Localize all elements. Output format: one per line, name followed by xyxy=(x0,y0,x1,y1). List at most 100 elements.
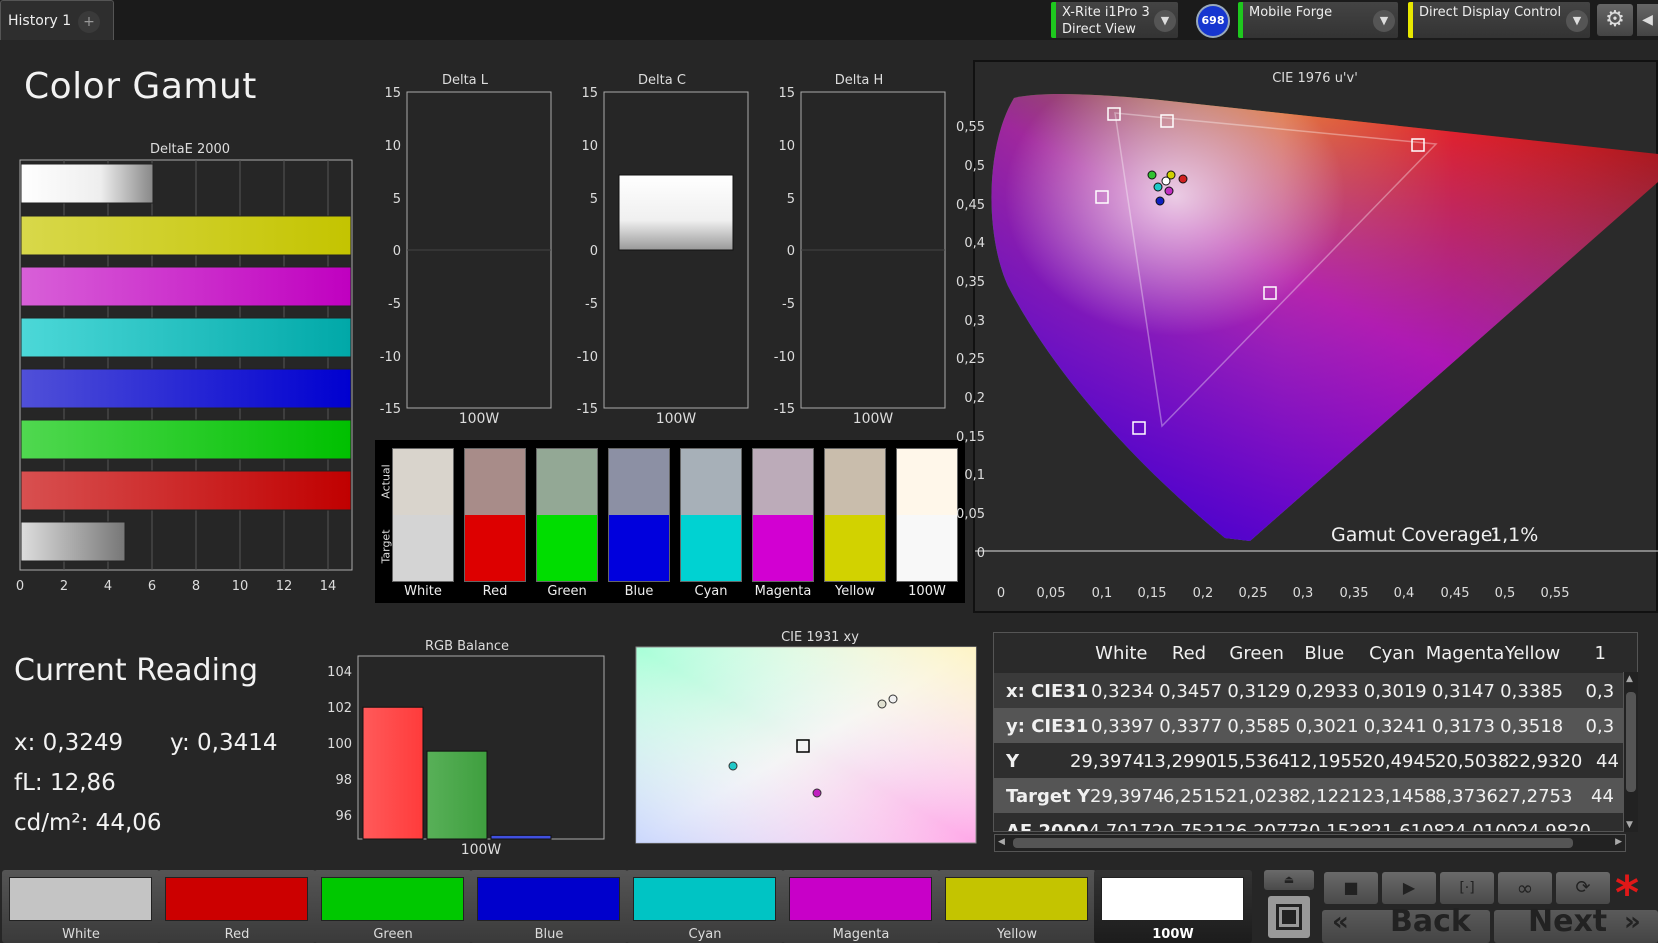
patch-button[interactable]: Cyan xyxy=(626,870,784,943)
patch-color xyxy=(165,877,308,921)
table-cell: 6,2515 xyxy=(1162,785,1226,807)
eject-icon[interactable]: ⏏ xyxy=(1264,870,1314,890)
reading-cdm2: cd/m²: 44,06 xyxy=(14,810,162,836)
uv-ytick: 0,1 xyxy=(964,468,985,483)
stop-record-button[interactable] xyxy=(1268,896,1310,938)
deltae-bar-yellow xyxy=(20,215,352,256)
scroll-up-icon[interactable]: ▲ xyxy=(1626,674,1633,684)
table-cell: 0,3173 xyxy=(1431,715,1495,737)
generator-dropdown[interactable]: Mobile Forge ▼ xyxy=(1238,2,1398,38)
col-header[interactable]: 1 xyxy=(1566,643,1634,664)
patch-button[interactable]: Red xyxy=(158,870,316,943)
table-vertical-scrollbar[interactable]: ▲ ▼ xyxy=(1623,672,1638,832)
uv-xtick: 0 xyxy=(997,586,1005,600)
swatch-label: White xyxy=(404,584,442,599)
table-row[interactable]: ΔE 2000 4,7017 20,7521 26,2077 30,1528 21,610… xyxy=(994,813,1634,831)
deltae-bar-red xyxy=(20,470,352,511)
swatch-column xyxy=(608,448,670,582)
table-row[interactable]: Target Y 29,3974 6,2515 21,0238 2,1221 23,145… xyxy=(994,778,1634,814)
actual-target-swatches: Actual Target White Red Green Blue Cyan Magen… xyxy=(375,440,965,603)
cie-xy-title: CIE 1931 xy xyxy=(781,630,859,645)
uv-xtick: 0,15 xyxy=(1138,586,1167,600)
rgb-xlabel: 100W xyxy=(461,842,502,858)
play-icon[interactable]: ▶ xyxy=(1382,872,1436,904)
col-header[interactable]: Blue xyxy=(1290,643,1358,664)
chevron-down-icon[interactable]: ▼ xyxy=(1154,10,1176,32)
uv-ytick: 0,3 xyxy=(964,314,985,329)
uv-ytick: 0,55 xyxy=(956,120,985,135)
target-swatch xyxy=(681,515,741,581)
tab-history-1[interactable]: History 1 + xyxy=(0,0,114,40)
rgb-bar-green xyxy=(426,750,488,840)
chevron-down-icon[interactable]: ▼ xyxy=(1566,10,1588,32)
table-cell: 0,3457 xyxy=(1159,680,1223,702)
row-label: Y xyxy=(1006,750,1020,772)
delta-h-xlabel: 100W xyxy=(853,411,894,427)
swatch-label: 100W xyxy=(908,584,946,599)
control-dropdown[interactable]: Direct Display Control ▼ xyxy=(1408,2,1590,38)
scroll-thumb[interactable] xyxy=(1013,838,1573,848)
scroll-right-icon[interactable]: ▶ xyxy=(1615,837,1622,847)
table-horizontal-scrollbar[interactable]: ◀ ▶ xyxy=(994,834,1626,852)
col-header[interactable]: Yellow xyxy=(1499,643,1567,664)
col-header[interactable]: Magenta xyxy=(1426,643,1505,664)
col-header[interactable]: Red xyxy=(1155,643,1223,664)
swatch-label: Yellow xyxy=(834,584,876,599)
scroll-left-icon[interactable]: ◀ xyxy=(998,837,1005,847)
actual-swatch xyxy=(897,449,957,515)
meter-badge[interactable]: 698 xyxy=(1196,4,1230,38)
deltae-title: DeltaE 2000 xyxy=(149,142,231,157)
table-row[interactable]: x: CIE31 0,3234 0,3457 0,3129 0,2933 0,3019 0,… xyxy=(994,673,1634,709)
uv-ytick: 0,15 xyxy=(956,430,985,445)
actual-swatch xyxy=(393,449,453,515)
delta-c-tick: -15 xyxy=(577,402,598,417)
delta-l-tick: 5 xyxy=(393,192,401,207)
patch-button[interactable]: Yellow xyxy=(938,870,1096,943)
table-cell: 23,1458 xyxy=(1361,785,1437,807)
generator-name: Mobile Forge xyxy=(1249,5,1333,20)
deltae-chart: 0 2 4 6 8 10 12 14 xyxy=(16,159,353,594)
chevron-down-icon[interactable]: ▼ xyxy=(1373,10,1395,32)
target-swatch xyxy=(897,515,957,581)
col-header[interactable]: White xyxy=(1088,643,1156,664)
meter-dropdown[interactable]: X-Rite i1Pro 3 Direct View ▼ xyxy=(1051,2,1178,38)
patch-button[interactable]: White xyxy=(2,870,160,943)
scroll-thumb[interactable] xyxy=(1626,692,1636,792)
col-header[interactable]: Cyan xyxy=(1358,643,1426,664)
patch-button[interactable]: Magenta xyxy=(782,870,940,943)
uv-ytick: 0,05 xyxy=(956,507,985,522)
delta-c-tick: 0 xyxy=(590,244,598,259)
gear-icon[interactable]: ⚙ xyxy=(1597,4,1633,36)
scroll-down-icon[interactable]: ▼ xyxy=(1626,820,1633,830)
collapse-left-icon[interactable]: ◀ xyxy=(1637,4,1658,36)
refresh-icon[interactable]: ⟳ xyxy=(1556,872,1610,904)
uv-xtick: 0,35 xyxy=(1340,586,1369,600)
next-button[interactable]: Next » xyxy=(1494,904,1658,943)
table-row[interactable]: y: CIE31 0,3397 0,3377 0,3585 0,3021 0,3241 0,… xyxy=(994,708,1634,744)
uv-xtick: 0,25 xyxy=(1239,586,1268,600)
uv-ytick: 0,2 xyxy=(964,391,985,406)
patch-button[interactable]: 100W xyxy=(1094,870,1252,943)
table-row[interactable]: Y 29,3974 13,2990 15,5364 12,1955 20,4945 20,5… xyxy=(994,743,1634,779)
xy-point-white xyxy=(888,694,898,704)
app-window: { "tabs": { "active": "History 1", "add"… xyxy=(0,0,1658,943)
swatch-label: Blue xyxy=(624,584,654,599)
add-tab-button[interactable]: + xyxy=(78,11,100,33)
delta-h-tick: 5 xyxy=(787,192,795,207)
uv-ytick: 0,45 xyxy=(956,198,985,213)
xy-point-magenta xyxy=(812,788,822,798)
stop-icon[interactable]: ■ xyxy=(1324,872,1378,904)
swatch-label: Red xyxy=(482,584,508,599)
deltae-bar-magenta xyxy=(20,266,352,307)
col-header[interactable]: Green xyxy=(1223,643,1291,664)
delta-lch-charts: 15 10 5 0 -5 -10 -15 15 10 5 0 -5 -10 -1… xyxy=(380,86,946,427)
swatch-column xyxy=(464,448,526,582)
loop-icon[interactable]: ∞ xyxy=(1498,872,1552,904)
save-icon[interactable]: [·] xyxy=(1440,872,1494,904)
back-button[interactable]: « Back xyxy=(1322,904,1490,943)
table-cell: 0,3129 xyxy=(1227,680,1291,702)
table-cell: 0,3397 xyxy=(1091,715,1155,737)
uv-xtick: 0,45 xyxy=(1441,586,1470,600)
patch-button[interactable]: Green xyxy=(314,870,472,943)
patch-button[interactable]: Blue xyxy=(470,870,628,943)
